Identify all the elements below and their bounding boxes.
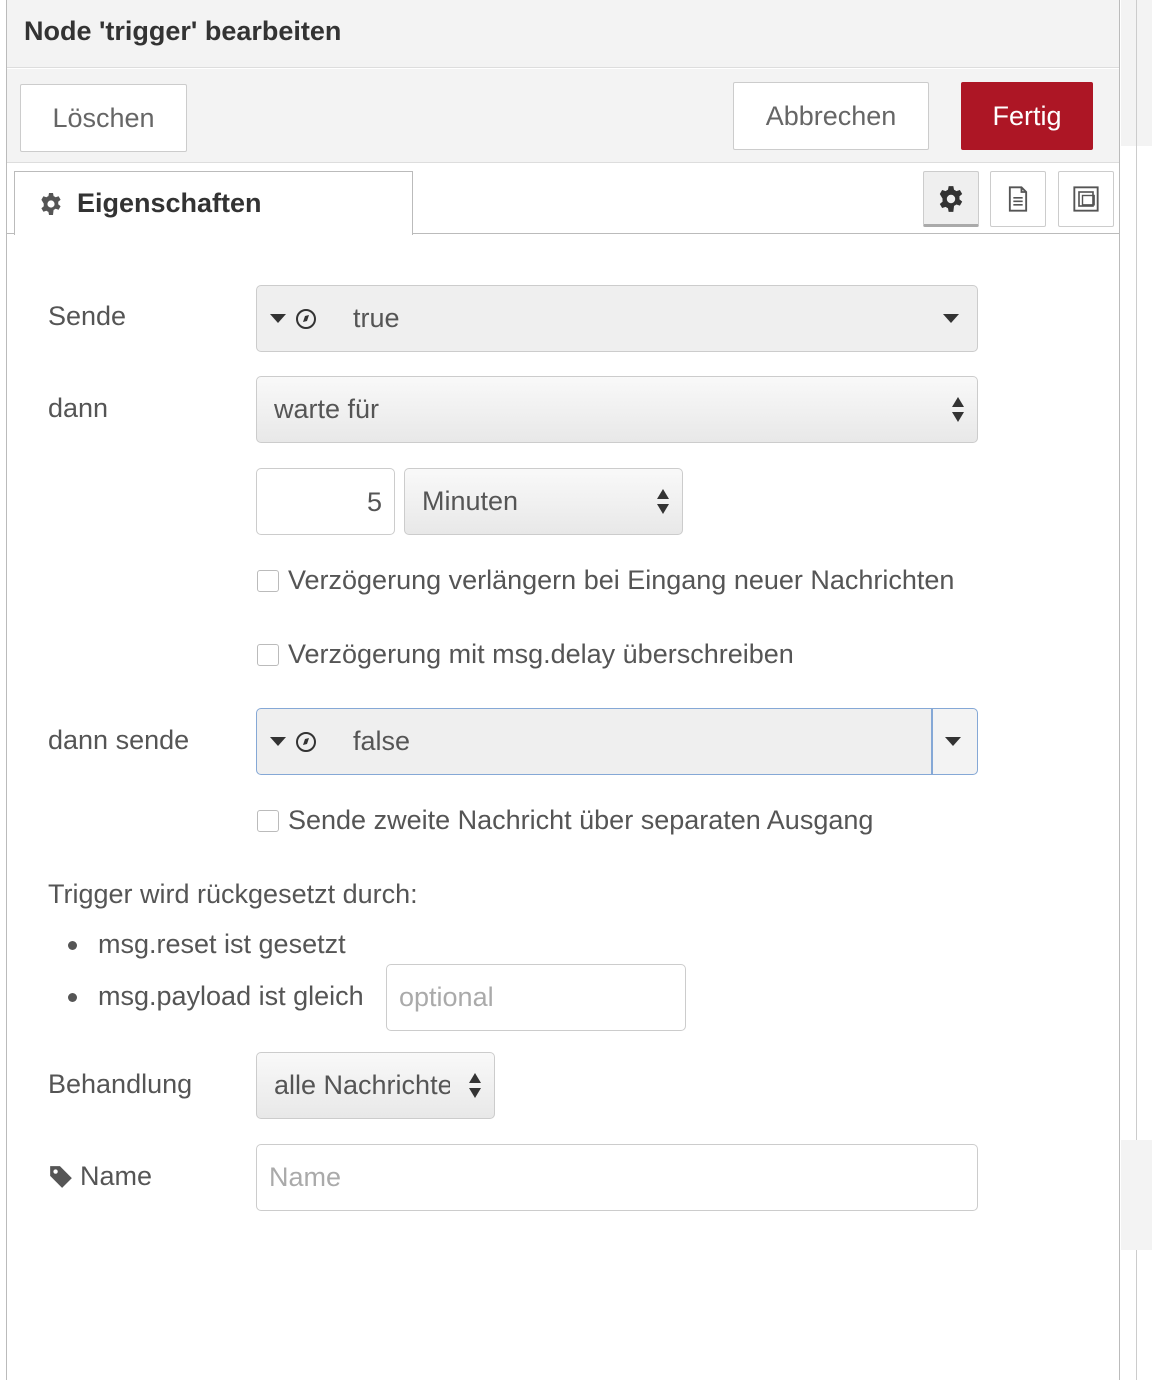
name-label: Name — [80, 1161, 153, 1191]
tag-icon — [50, 1166, 72, 1188]
appearance-tool-button[interactable] — [1058, 171, 1114, 227]
select-arrows-icon — [952, 397, 966, 427]
send-label: Sende — [48, 301, 127, 331]
description-tool-button[interactable] — [990, 171, 1046, 227]
delete-button[interactable]: Löschen — [20, 84, 187, 152]
duration-unit-value: Minuten — [422, 486, 519, 516]
handling-select[interactable]: alle Nachrichten — [256, 1052, 495, 1119]
bullet-icon — [68, 941, 77, 950]
then-send-label: dann sende — [48, 725, 190, 755]
send-typed-input[interactable]: true — [256, 285, 978, 352]
dialog-title: Node 'trigger' bearbeiten — [24, 16, 342, 46]
properties-tool-button[interactable] — [923, 171, 979, 227]
reset-heading: Trigger wird rückgesetzt durch: — [48, 879, 418, 909]
duration-unit-select[interactable]: Minuten — [404, 468, 683, 535]
tab-bar: Eigenschaften — [7, 164, 1119, 235]
tab-properties[interactable]: Eigenschaften — [14, 171, 413, 235]
then-label: dann — [48, 393, 109, 423]
gear-icon — [939, 186, 963, 212]
frame-icon — [1073, 186, 1099, 212]
right-sidebar-edge — [1121, 0, 1152, 1380]
reset-payload-input[interactable] — [386, 964, 686, 1031]
select-arrows-icon — [469, 1073, 483, 1103]
then-send-value: false — [353, 726, 411, 756]
duration-input[interactable]: 5 — [256, 468, 395, 535]
select-arrows-icon — [657, 489, 671, 519]
send-value: true — [353, 303, 400, 333]
second-output-checkbox[interactable] — [257, 810, 279, 832]
name-input[interactable] — [256, 1144, 978, 1211]
extend-delay-label: Verzögerung verlängern bei Eingang neuer… — [288, 565, 955, 595]
boolean-icon — [296, 309, 316, 329]
done-button[interactable]: Fertig — [961, 82, 1093, 150]
chevron-down-icon[interactable] — [931, 286, 977, 351]
then-select-value: warte für — [274, 394, 380, 424]
reset-item: msg.reset ist gesetzt — [98, 929, 346, 959]
type-selector-caret-icon[interactable] — [270, 737, 286, 746]
extend-delay-checkbox[interactable] — [257, 570, 279, 592]
type-selector-caret-icon[interactable] — [270, 314, 286, 323]
sidebar-footer-strip — [1121, 1140, 1152, 1250]
then-select[interactable]: warte für — [256, 376, 978, 443]
dialog-header: Node 'trigger' bearbeiten — [7, 0, 1119, 68]
override-delay-checkbox[interactable] — [257, 644, 279, 666]
then-send-typed-input[interactable]: false — [256, 708, 978, 775]
edit-dialog: Node 'trigger' bearbeiten Löschen Abbrec… — [6, 0, 1120, 1380]
boolean-icon — [296, 732, 316, 752]
handling-select-value: alle Nachrichten — [274, 1070, 450, 1100]
cancel-button[interactable]: Abbrechen — [733, 82, 929, 150]
tab-properties-label: Eigenschaften — [77, 188, 262, 218]
chevron-down-icon[interactable] — [931, 709, 977, 774]
duration-value: 5 — [366, 487, 382, 517]
document-icon — [1008, 186, 1028, 212]
bullet-icon — [68, 993, 77, 1002]
reset-item: msg.payload ist gleich — [98, 981, 364, 1011]
gear-icon — [41, 193, 61, 215]
handling-label: Behandlung — [48, 1069, 193, 1099]
second-output-label: Sende zweite Nachricht über separaten Au… — [288, 805, 874, 835]
override-delay-label: Verzögerung mit msg.delay überschreiben — [288, 639, 794, 669]
dialog-toolbar: Löschen Abbrechen Fertig — [7, 69, 1119, 163]
